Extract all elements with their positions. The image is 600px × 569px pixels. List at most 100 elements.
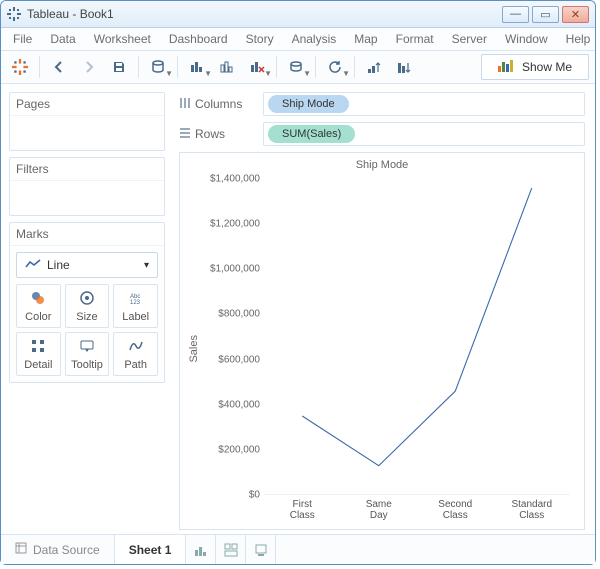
new-story-tab-button[interactable] [246,535,276,564]
show-me-icon [498,60,514,75]
refresh-button[interactable]: ▼ [322,55,348,79]
mark-label[interactable]: Abc123Label [113,284,158,328]
y-tick: $1,000,000 [202,264,260,275]
back-button[interactable] [46,55,72,79]
line-icon [25,258,41,273]
sheet-tabs: Data Source Sheet 1 [1,534,595,564]
y-tick: $1,400,000 [202,174,260,185]
tableau-logo-icon[interactable] [7,55,33,79]
new-worksheet-button[interactable]: ▼ [184,55,210,79]
y-tick: $0 [202,490,260,501]
app-icon [7,7,21,21]
clear-button[interactable]: ▼ [244,55,270,79]
sheet1-tab[interactable]: Sheet 1 [115,535,187,564]
menu-map[interactable]: Map [346,30,385,48]
mark-detail[interactable]: Detail [16,332,61,376]
columns-pill[interactable]: Ship Mode [268,95,349,113]
chart-title: Ship Mode [188,159,576,171]
data-source-button[interactable]: ▼ [145,55,171,79]
x-tick: FirstClass [264,497,341,525]
pages-label: Pages [10,93,164,116]
x-tick: SecondClass [417,497,494,525]
marks-panel: Marks Line ▾ ColorSizeAbc123Label DetailT… [9,222,165,383]
chevron-down-icon: ▾ [144,260,149,271]
menu-server[interactable]: Server [444,30,495,48]
forward-button[interactable] [76,55,102,79]
duplicate-button[interactable] [214,55,240,79]
titlebar: Tableau - Book1 — ▭ ✕ [1,1,595,28]
plot-area [264,179,570,495]
columns-shelf[interactable]: Ship Mode [263,92,585,116]
filters-panel: Filters [9,157,165,216]
y-axis-label: Sales [188,335,200,363]
sort-asc-button[interactable] [361,55,387,79]
mark-color[interactable]: Color [16,284,61,328]
pages-shelf[interactable] [10,116,164,150]
pages-panel: Pages [9,92,165,151]
mark-tooltip[interactable]: Tooltip [65,332,110,376]
rows-shelf[interactable]: SUM(Sales) [263,122,585,146]
svg-text:123: 123 [130,300,141,306]
menu-data[interactable]: Data [42,30,83,48]
detail-icon [30,338,46,357]
app-window: Tableau - Book1 — ▭ ✕ FileDataWorksheetD… [0,0,596,565]
label-icon: Abc123 [128,290,144,309]
workspace: Pages Filters Marks Line ▾ ColorSizeAbc1… [1,84,595,534]
window-controls: — ▭ ✕ [502,6,589,23]
y-tick: $200,000 [202,444,260,455]
new-worksheet-tab-button[interactable] [186,535,216,564]
x-tick: StandardClass [494,497,571,525]
menu-dashboard[interactable]: Dashboard [161,30,236,48]
y-tick: $1,200,000 [202,219,260,230]
sort-desc-button[interactable] [391,55,417,79]
maximize-button[interactable]: ▭ [532,6,559,23]
main-area: Columns Ship Mode Rows SUM(Sales) Ship M… [173,84,595,534]
close-button[interactable]: ✕ [562,6,589,23]
menu-window[interactable]: Window [497,30,556,48]
toolbar: ▼ ▼ ▼ ▼ ▼ Show Me [1,50,595,84]
menubar: FileDataWorksheetDashboardStoryAnalysisM… [1,28,595,50]
sheet1-label: Sheet 1 [129,543,172,557]
rows-icon [179,127,191,142]
rows-pill[interactable]: SUM(Sales) [268,125,355,143]
data-source-icon [15,542,27,557]
show-me-button[interactable]: Show Me [481,54,589,80]
swap-button[interactable]: ▼ [283,55,309,79]
mark-path[interactable]: Path [113,332,158,376]
color-icon [30,290,46,309]
tooltip-icon [79,338,95,357]
menu-help[interactable]: Help [558,30,599,48]
data-source-label: Data Source [33,543,100,557]
rows-shelf-row: Rows SUM(Sales) [179,122,585,146]
columns-shelf-row: Columns Ship Mode [179,92,585,116]
rows-shelf-label: Rows [179,127,253,142]
window-title: Tableau - Book1 [27,7,114,21]
y-tick: $400,000 [202,399,260,410]
y-tick: $800,000 [202,309,260,320]
filters-shelf[interactable] [10,181,164,215]
menu-worksheet[interactable]: Worksheet [86,30,159,48]
marks-type-label: Line [47,258,70,272]
menu-file[interactable]: File [5,30,40,48]
mark-size[interactable]: Size [65,284,110,328]
show-me-label: Show Me [522,60,572,74]
data-source-tab[interactable]: Data Source [1,535,115,564]
size-icon [79,290,95,309]
filters-label: Filters [10,158,164,181]
line-series [264,179,570,495]
x-tick: SameDay [341,497,418,525]
menu-story[interactable]: Story [238,30,282,48]
path-icon [128,338,144,357]
marks-type-select[interactable]: Line ▾ [16,252,158,278]
columns-icon [179,97,191,112]
menu-analysis[interactable]: Analysis [284,30,345,48]
sidebar: Pages Filters Marks Line ▾ ColorSizeAbc1… [1,84,173,534]
columns-shelf-label: Columns [179,97,253,112]
menu-format[interactable]: Format [388,30,442,48]
save-button[interactable] [106,55,132,79]
minimize-button[interactable]: — [502,6,529,23]
new-dashboard-tab-button[interactable] [216,535,246,564]
plot: $0 $200,000 $400,000 $600,000 $800,000 $1,000… [202,173,576,525]
marks-label: Marks [10,223,164,246]
y-tick: $600,000 [202,354,260,365]
